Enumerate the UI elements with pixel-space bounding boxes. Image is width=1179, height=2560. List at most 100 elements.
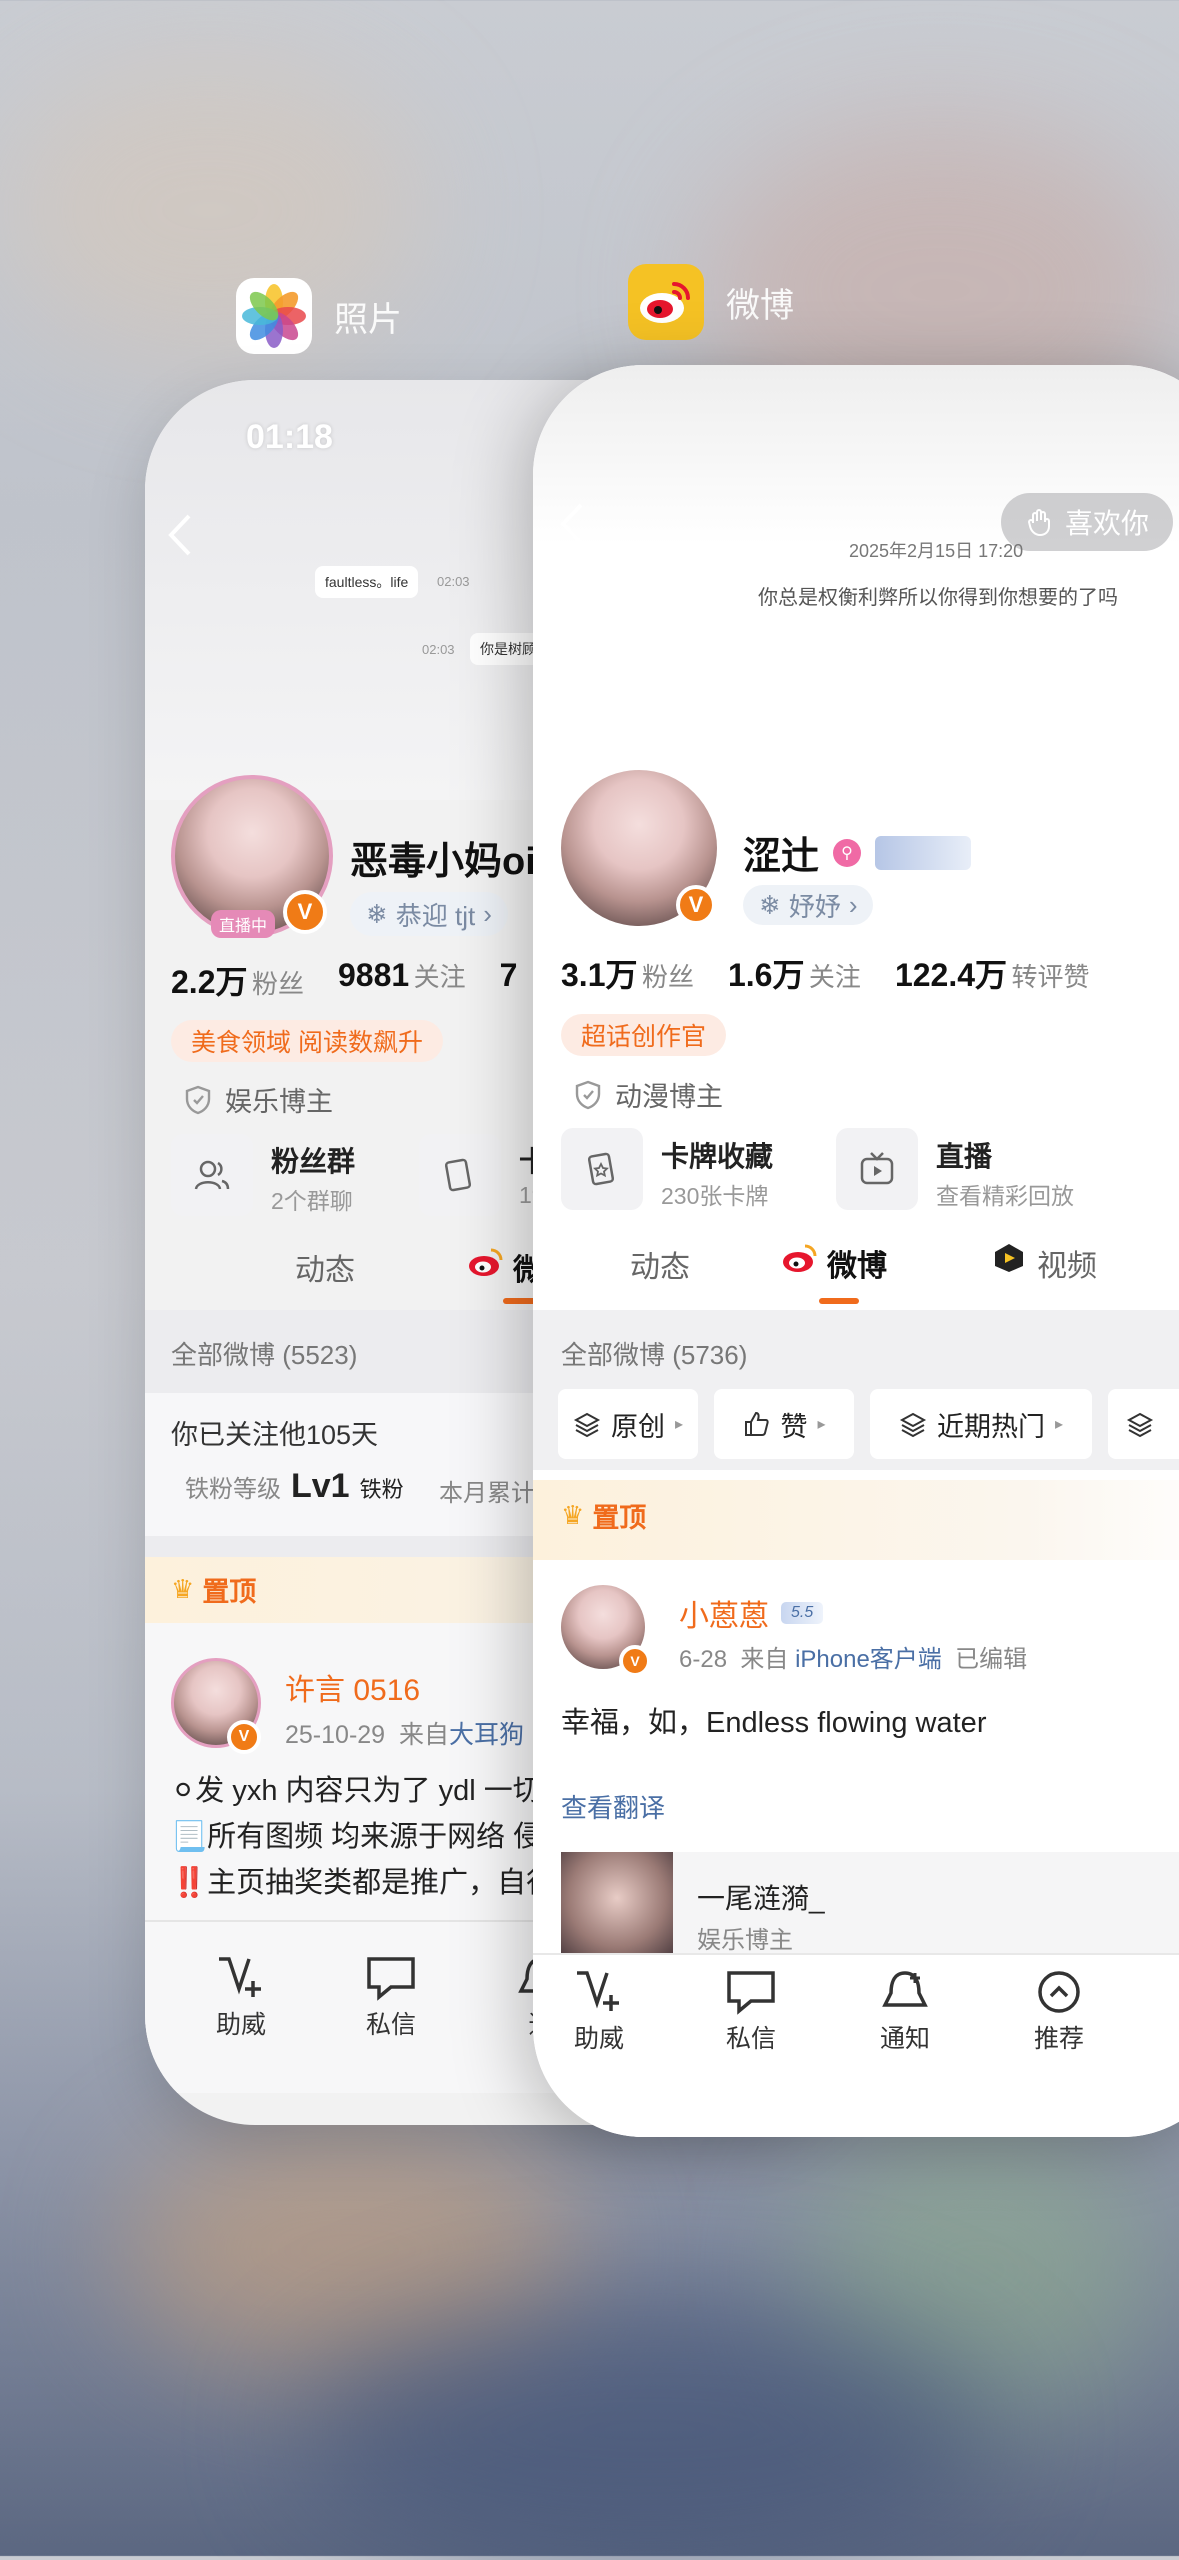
- weibo-app-label[interactable]: 微博: [628, 264, 794, 340]
- chevron-right-icon: ›: [483, 898, 492, 929]
- filter-hot[interactable]: 近期热门 ▸: [870, 1389, 1092, 1459]
- month-label: 本月累计: [439, 1480, 535, 1507]
- verified-icon: V: [676, 885, 716, 925]
- role-label: 娱乐博主: [225, 1087, 333, 1117]
- stat-fans[interactable]: 3.1万 粉丝: [561, 950, 694, 996]
- verified-icon: V: [619, 1645, 651, 1677]
- verified-icon: V: [227, 1720, 261, 1754]
- post-author-name[interactable]: 小蒽蒽: [679, 1591, 769, 1635]
- stat-likes[interactable]: 7: [500, 957, 518, 1003]
- card-collection-icon[interactable]: [419, 1134, 501, 1216]
- post-meta: 25-10-29 来自大耳狗: [285, 1721, 525, 1749]
- card-collection-icon[interactable]: [561, 1128, 643, 1210]
- fan-group-sub: 2个群聊: [271, 1188, 353, 1214]
- cheer-icon: [219, 1957, 261, 1997]
- profile-name: 涩辻: [743, 836, 820, 878]
- photos-app-icon: [236, 278, 312, 354]
- cover-text: 你总是权衡利弊所以你得到你想要的了吗: [758, 587, 1118, 609]
- live-badge: 直播中: [211, 910, 276, 938]
- live-title[interactable]: 直播: [936, 1135, 992, 1175]
- translate-link[interactable]: 查看翻译: [561, 1788, 665, 1825]
- layers-icon: [1126, 1412, 1154, 1438]
- cheer-icon: [577, 1971, 619, 2011]
- super-topic-badge[interactable]: 超话创作官: [561, 1014, 727, 1056]
- bottom-nav-cheer[interactable]: 助威: [215, 1955, 267, 2041]
- greeting-text: 妤妤: [788, 891, 841, 922]
- snowflake-icon: ❄: [759, 889, 781, 920]
- greeting-pill[interactable]: ❄ 妤妤 ›: [743, 885, 874, 925]
- verified-icon: V: [283, 890, 327, 934]
- tab-indicator: [819, 1298, 859, 1304]
- tab-dynamic[interactable]: 动态: [295, 1245, 355, 1289]
- photos-app-name: 照片: [334, 300, 402, 339]
- post-source-link[interactable]: iPhone客户端: [795, 1646, 942, 1673]
- filter-original[interactable]: 原创 ▸: [558, 1389, 698, 1459]
- chat-time: 02:03: [422, 642, 455, 657]
- domain-tag[interactable]: 美食领域 阅读数飙升: [171, 1020, 443, 1062]
- message-icon: [367, 1957, 415, 2001]
- message-icon: [727, 1971, 775, 2015]
- back-arrow-icon[interactable]: [165, 512, 195, 558]
- greeting-pill[interactable]: ❄ 恭迎 tjt ›: [350, 892, 508, 936]
- post-author-name[interactable]: 许言 0516: [285, 1665, 420, 1709]
- thumb-up-icon: [745, 1411, 770, 1436]
- stats-row: 3.1万 粉丝 1.6万 关注 122.4万 转评赞: [561, 950, 1090, 996]
- repost-role: 娱乐博主: [697, 1927, 793, 1954]
- bottom-nav-notify[interactable]: 通知: [879, 1969, 931, 2055]
- hand-icon: [1027, 509, 1050, 537]
- stat-interactions[interactable]: 122.4万 转评赞: [895, 950, 1090, 996]
- bottom-nav-cheer[interactable]: 助威: [573, 1969, 625, 2055]
- all-weibo-count[interactable]: 全部微博 (5523): [171, 1335, 357, 1372]
- cover-area: [533, 365, 1179, 765]
- status-time: 01:18: [246, 418, 333, 456]
- level-badge: 5.5: [781, 1602, 824, 1624]
- tab-dynamic[interactable]: 动态: [630, 1242, 690, 1286]
- post-meta: 6-28 来自 iPhone客户端 已编辑: [679, 1646, 1028, 1673]
- pinned-label: ♛ 置顶: [171, 1574, 257, 1607]
- stat-following[interactable]: 9881 关注: [338, 957, 466, 1003]
- bottom-nav-recommend[interactable]: 推荐: [1033, 1969, 1085, 2055]
- back-arrow-icon[interactable]: [557, 501, 587, 547]
- post-text: 幸福，如，Endless flowing water: [561, 1707, 987, 1739]
- member-icon[interactable]: ⚲: [833, 838, 862, 867]
- bell-icon: [882, 1971, 928, 2007]
- fan-level-row: 铁粉等级 Lv1 铁粉: [185, 1467, 404, 1505]
- layers-icon: [573, 1412, 601, 1438]
- tab-weibo[interactable]: 微博: [827, 1241, 887, 1285]
- role-label: 动漫博主: [615, 1082, 723, 1112]
- shield-icon: [185, 1085, 211, 1114]
- photos-app-label[interactable]: 照片: [236, 278, 402, 354]
- repost-thumbnail: [561, 1852, 673, 1967]
- bottom-nav-message[interactable]: 私信: [365, 1955, 417, 2041]
- weibo-tab-icon: [467, 1246, 505, 1283]
- role-row: 动漫博主: [575, 1075, 723, 1114]
- weibo-app-card[interactable]: 喜欢你 2025年2月15日 17:20 你总是权衡利弊所以你得到你想要的了吗 …: [533, 365, 1179, 2137]
- chat-bubble: faultless。life: [315, 566, 419, 598]
- card-collection-sub: 230张卡牌: [661, 1183, 769, 1209]
- like-you-button[interactable]: 喜欢你: [1001, 493, 1174, 551]
- weibo-app-name: 微博: [726, 286, 794, 325]
- filter-like[interactable]: 赞 ▸: [714, 1389, 854, 1459]
- fan-group-title[interactable]: 粉丝群: [271, 1140, 355, 1180]
- chevron-right-icon: ›: [848, 889, 858, 920]
- snowflake-icon: ❄: [366, 898, 388, 929]
- live-replay-icon[interactable]: [836, 1128, 918, 1210]
- greeting-text: 恭迎 tjt: [395, 900, 476, 931]
- shield-icon: [575, 1080, 601, 1109]
- role-row: 娱乐博主: [185, 1080, 333, 1119]
- stat-following[interactable]: 1.6万 关注: [728, 950, 861, 996]
- filter-more[interactable]: [1108, 1389, 1179, 1459]
- profile-name-row: 涩辻 ⚲: [743, 825, 972, 880]
- badge-icon[interactable]: [875, 835, 972, 870]
- bottom-nav-message[interactable]: 私信: [725, 1969, 777, 2055]
- tab-video[interactable]: 视频: [1037, 1241, 1097, 1285]
- card-collection-title[interactable]: 卡牌收藏: [661, 1135, 773, 1175]
- crown-icon: ♛: [171, 1574, 195, 1604]
- post-author-row: 小蒽蒽 5.5: [679, 1591, 824, 1635]
- stats-row: 2.2万 粉丝 9881 关注 7: [171, 957, 517, 1003]
- weibo-app-icon: [628, 264, 704, 340]
- stat-fans[interactable]: 2.2万 粉丝: [171, 957, 304, 1003]
- group-icon[interactable]: [171, 1134, 253, 1216]
- all-weibo-count[interactable]: 全部微博 (5736): [561, 1335, 747, 1372]
- repost-name: 一尾涟漪_: [697, 1883, 825, 1914]
